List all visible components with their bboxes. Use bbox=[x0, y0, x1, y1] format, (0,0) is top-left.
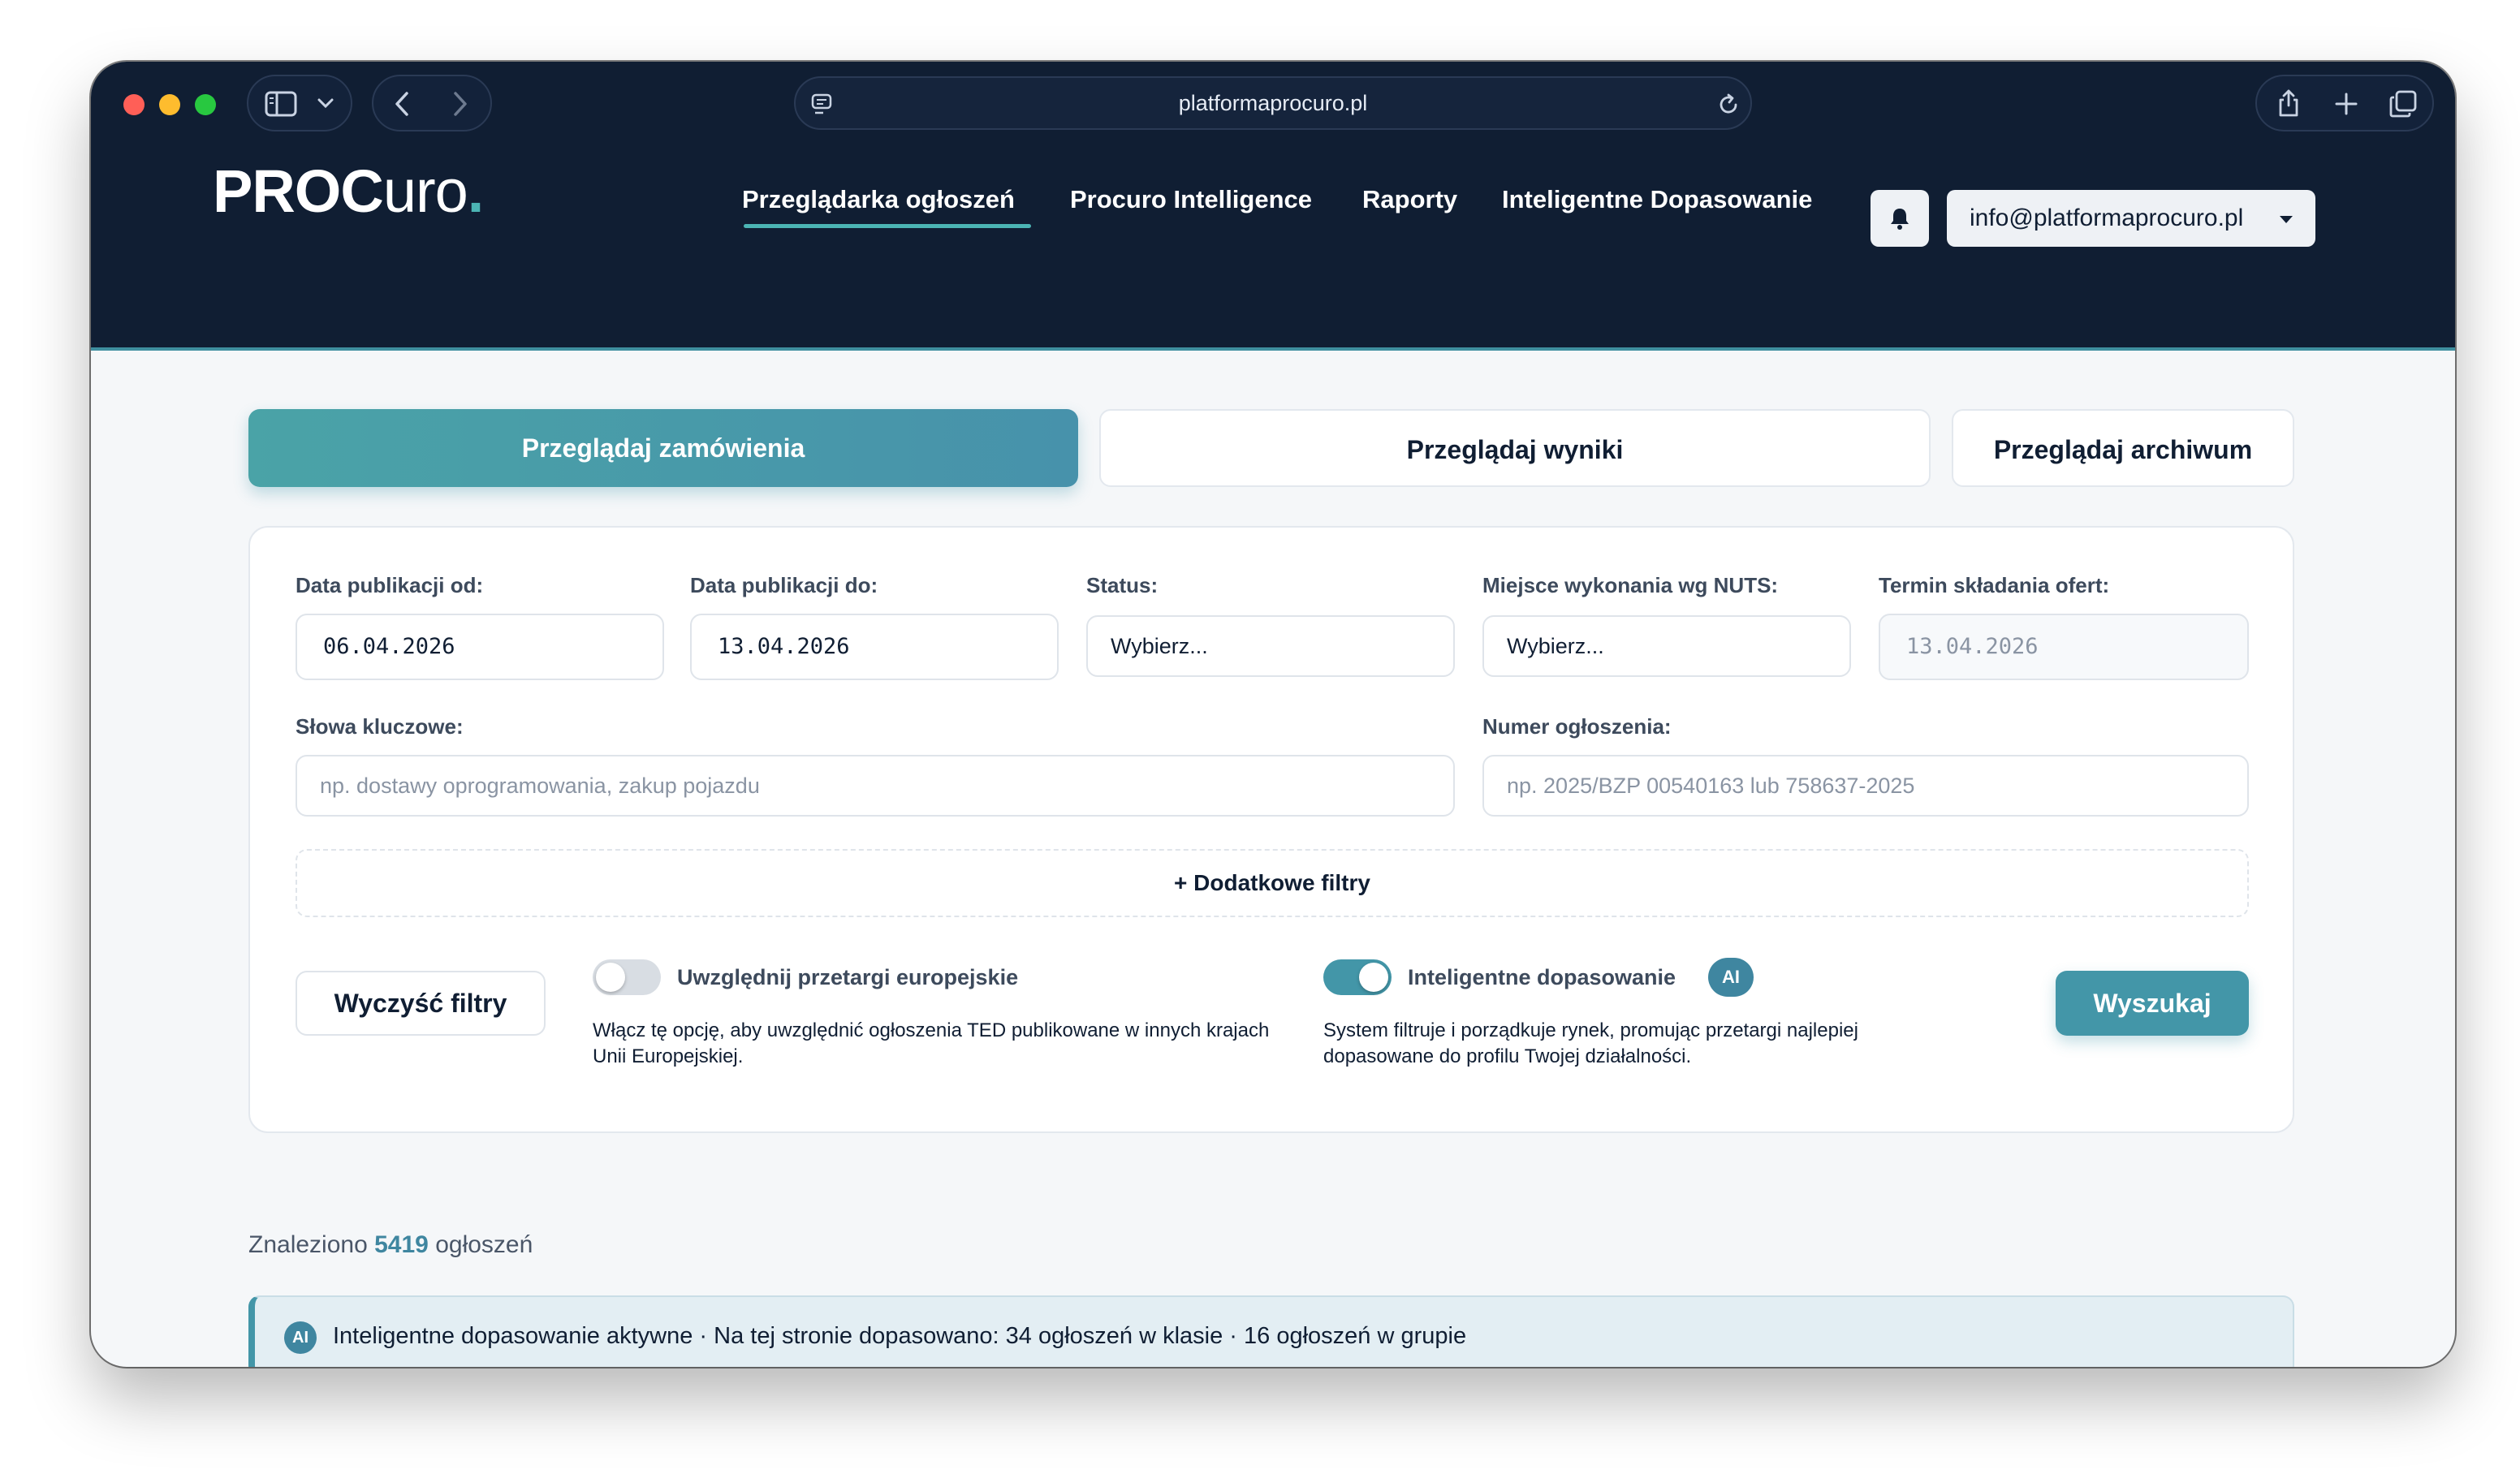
date-from-input[interactable]: 06.04.2026 bbox=[296, 614, 664, 680]
date-from-label: Data publikacji od: bbox=[296, 573, 484, 597]
nav-active-indicator bbox=[744, 224, 1031, 228]
nav-item-smart-matching[interactable]: Inteligentne Dopasowanie bbox=[1502, 182, 1812, 218]
smart-matching-info-bar: AI Inteligentne dopasowanie aktywne · Na… bbox=[248, 1295, 2294, 1367]
forward-arrow-icon[interactable] bbox=[451, 91, 469, 117]
user-menu-button[interactable]: info@platformaprocuro.pl bbox=[1947, 190, 2315, 247]
clear-filters-button[interactable]: Wyczyść filtry bbox=[296, 971, 546, 1036]
eu-tenders-toggle[interactable] bbox=[593, 959, 661, 995]
bell-icon bbox=[1891, 209, 1909, 230]
nav-item-intelligence[interactable]: Procuro Intelligence bbox=[1070, 182, 1312, 218]
results-count-number: 5419 bbox=[374, 1231, 429, 1258]
close-window-button[interactable] bbox=[123, 94, 145, 115]
share-icon[interactable] bbox=[2275, 88, 2302, 119]
smart-matching-toggle[interactable] bbox=[1323, 959, 1392, 995]
chevron-down-icon[interactable] bbox=[317, 97, 334, 109]
deadline-input[interactable]: 13.04.2026 bbox=[1879, 614, 2249, 680]
date-to-label: Data publikacji do: bbox=[690, 573, 878, 597]
results-suffix: ogłoszeń bbox=[435, 1231, 533, 1258]
procuro-logo[interactable]: PROCuro. bbox=[213, 157, 485, 225]
smart-matching-title: Inteligentne dopasowanie bbox=[1408, 965, 1676, 989]
ai-info-icon: AI bbox=[284, 1321, 317, 1354]
keywords-label: Słowa kluczowe: bbox=[296, 714, 464, 739]
toggle-knob bbox=[1359, 963, 1388, 992]
browser-toolbar: platformaprocuro.pl bbox=[91, 62, 2455, 143]
zoom-window-button[interactable] bbox=[195, 94, 216, 115]
eu-tenders-title: Uwzględnij przetargi europejskie bbox=[677, 965, 1019, 989]
url-text[interactable]: platformaprocuro.pl bbox=[796, 78, 1750, 128]
nav-item-reports[interactable]: Raporty bbox=[1362, 182, 1457, 218]
eu-tenders-description: Włącz tę opcję, aby uwzględnić ogłoszeni… bbox=[593, 1019, 1270, 1067]
user-email: info@platformaprocuro.pl bbox=[1970, 205, 2244, 231]
notice-number-label: Numer ogłoszenia: bbox=[1482, 714, 1672, 739]
back-arrow-icon[interactable] bbox=[393, 91, 411, 117]
filter-card: Data publikacji od: 06.04.2026 Data publ… bbox=[248, 526, 2294, 1133]
tab-browse-archive[interactable]: Przeglądaj archiwum bbox=[1952, 409, 2294, 487]
sidebar-icon[interactable] bbox=[265, 91, 297, 117]
search-button[interactable]: Wyszukaj bbox=[2056, 971, 2249, 1036]
status-label: Status: bbox=[1086, 573, 1159, 597]
reload-icon[interactable] bbox=[1716, 93, 1741, 117]
date-to-input[interactable]: 13.04.2026 bbox=[690, 614, 1059, 680]
caret-down-icon bbox=[2280, 216, 2293, 223]
address-bar[interactable]: platformaprocuro.pl bbox=[794, 76, 1752, 130]
deadline-label: Termin składania ofert: bbox=[1879, 573, 2110, 597]
window-actions-group bbox=[2255, 75, 2434, 131]
results-prefix: Znaleziono bbox=[248, 1231, 368, 1258]
notice-number-input[interactable]: np. 2025/BZP 00540163 lub 758637-2025 bbox=[1482, 755, 2249, 817]
logo-dot: . bbox=[467, 157, 485, 225]
nav-item-browser[interactable]: Przeglądarka ogłoszeń bbox=[742, 182, 1015, 218]
keywords-input[interactable]: np. dostawy oprogramowania, zakup pojazd… bbox=[296, 755, 1455, 817]
logo-text-bold: PROC bbox=[213, 157, 384, 225]
additional-filters-button[interactable]: + Dodatkowe filtry bbox=[296, 849, 2249, 917]
tab-browse-results[interactable]: Przeglądaj wyniki bbox=[1099, 409, 1931, 487]
sidebar-toggle-group[interactable] bbox=[247, 75, 352, 131]
logo-text-light: uro bbox=[382, 157, 468, 225]
toggle-knob bbox=[596, 963, 625, 992]
browser-window: platformaprocuro.pl PROCuro. Przeglądark… bbox=[91, 62, 2455, 1367]
tab-browse-orders[interactable]: Przeglądaj zamówienia bbox=[248, 409, 1078, 487]
smart-matching-info-text: Inteligentne dopasowanie aktywne · Na te… bbox=[333, 1323, 1467, 1349]
results-count: Znaleziono 5419 ogłoszeń bbox=[248, 1227, 533, 1263]
new-tab-icon[interactable] bbox=[2333, 91, 2359, 117]
smart-matching-description: System filtruje i porządkuje rynek, prom… bbox=[1323, 1019, 1858, 1067]
history-nav-group bbox=[372, 75, 492, 131]
ai-badge: AI bbox=[1708, 958, 1754, 997]
nuts-label: Miejsce wykonania wg NUTS: bbox=[1482, 573, 1779, 597]
nuts-select[interactable]: Wybierz... bbox=[1482, 615, 1851, 677]
minimize-window-button[interactable] bbox=[159, 94, 180, 115]
notifications-button[interactable] bbox=[1871, 190, 1929, 247]
tab-overview-icon[interactable] bbox=[2388, 89, 2418, 119]
status-select[interactable]: Wybierz... bbox=[1086, 615, 1455, 677]
